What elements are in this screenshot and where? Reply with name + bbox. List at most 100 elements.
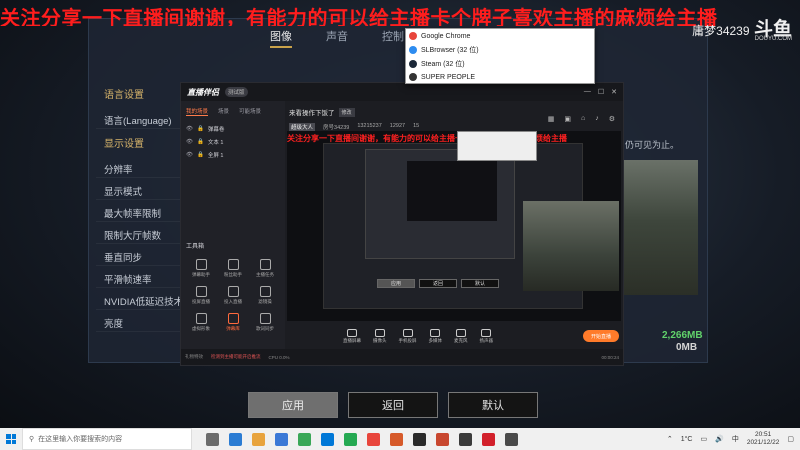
- preview-jumplist-echo: [457, 131, 537, 161]
- tool-filter[interactable]: 滤镜操: [249, 286, 281, 305]
- control-speaker[interactable]: 扬声器: [480, 328, 493, 344]
- taskbar-app-icon[interactable]: [298, 432, 311, 446]
- settings-icon[interactable]: ⚙: [609, 115, 615, 123]
- control-label: 摄像头: [373, 337, 387, 343]
- room-title: 来看操作下饭了: [289, 110, 335, 117]
- tool-tasks[interactable]: 主播任务: [249, 259, 281, 278]
- taskbar-search[interactable]: ⚲ 在这里输入你要搜索的内容: [22, 428, 192, 450]
- lock-icon[interactable]: 🔒: [197, 139, 204, 145]
- taskbar-clock[interactable]: 20:51 2021/12/22: [747, 431, 780, 447]
- taskbar-app-icon[interactable]: [229, 432, 242, 446]
- danmu-icon: [195, 259, 207, 270]
- task-icon: [259, 259, 271, 270]
- taskbar-app-icon[interactable]: [390, 432, 403, 446]
- taskbar-app-icon[interactable]: [206, 432, 219, 446]
- close-icon[interactable]: ✕: [611, 88, 617, 96]
- jumplist-item-superpeople[interactable]: SUPER PEOPLE: [406, 71, 594, 83]
- taskbar-app-icon[interactable]: [367, 432, 380, 446]
- jumplist-label: Google Chrome: [421, 32, 471, 40]
- taskbar-apps: [206, 432, 518, 446]
- start-button[interactable]: [0, 428, 22, 450]
- tool-fans-helper[interactable]: 粉丝助手: [217, 259, 249, 278]
- game-preview-image: [620, 160, 698, 295]
- stream-preview[interactable]: 关注分享一下直播间谢谢，有能力的可以给主播卡个牌子喜欢主播的麻烦给主播 应用 返…: [287, 131, 621, 321]
- jumplist-item-slbrowser[interactable]: SLBrowser (32 位): [406, 43, 594, 57]
- preview-back: 返回: [419, 279, 457, 288]
- control-screen[interactable]: 直播屏幕: [343, 328, 361, 344]
- tool-cast[interactable]: 投屏直播: [185, 286, 217, 305]
- tool-label: 弹幕助手: [192, 272, 210, 277]
- control-phone-cast[interactable]: 手机投屏: [399, 328, 417, 344]
- room-id: 房号34239: [323, 125, 350, 131]
- viewer-count: 12927: [389, 123, 406, 129]
- taskbar-app-icon[interactable]: [252, 432, 265, 446]
- clock-date: 2021/12/22: [746, 439, 780, 446]
- cast-icon: [195, 286, 207, 297]
- control-mic[interactable]: 麦克风: [454, 328, 468, 344]
- taskbar-app-icon[interactable]: [321, 432, 334, 446]
- play-icon: [430, 328, 441, 337]
- streamer-id: 庸梦34239: [692, 24, 750, 38]
- scene-item[interactable]: 👁 🔒 全屏 1: [181, 148, 285, 161]
- app-window-buttons: — ☐ ✕: [584, 88, 617, 96]
- jumplist-item-steam[interactable]: Steam (32 位): [406, 57, 594, 71]
- eye-icon[interactable]: 👁: [186, 152, 193, 158]
- back-button[interactable]: 返回: [348, 392, 438, 418]
- control-camera[interactable]: 摄像头: [373, 328, 387, 344]
- taskbar-app-icon[interactable]: [413, 432, 426, 446]
- tool-lyrics[interactable]: 歌词同步: [249, 313, 281, 332]
- maximize-icon[interactable]: ☐: [598, 88, 604, 96]
- scene-item[interactable]: 👁 🔒 弹幕卷: [181, 122, 285, 135]
- layout-icon[interactable]: ▣: [564, 115, 571, 123]
- streamer-app-window: 直播伴侣 测试版 — ☐ ✕ 我的场景 场景 可能场景 👁 🔒 弹幕卷 👁 🔒 …: [180, 82, 624, 366]
- tab-control[interactable]: 控制: [382, 28, 404, 48]
- app-sidebar: 我的场景 场景 可能场景 👁 🔒 弹幕卷 👁 🔒 文本 1 👁 🔒 全屏 1 工…: [181, 101, 285, 349]
- tool-label: 投屏直播: [192, 299, 210, 304]
- volume-icon[interactable]: 🔊: [715, 435, 724, 443]
- tool-join[interactable]: 投入直播: [217, 286, 249, 305]
- scene-item[interactable]: 👁 🔒 文本 1: [181, 135, 285, 148]
- preview-default: 默认: [461, 279, 499, 288]
- lock-icon[interactable]: 🔒: [197, 126, 204, 132]
- network-icon[interactable]: ▭: [700, 435, 707, 443]
- app-logo: 直播伴侣: [187, 87, 219, 97]
- speaker-icon: [481, 328, 492, 337]
- clock-time: 20:51: [754, 431, 772, 438]
- tool-avatar[interactable]: 虚拟形象: [185, 313, 217, 332]
- tool-label: 歌词同步: [256, 326, 274, 331]
- scene-label: 文本 1: [207, 139, 224, 146]
- avatar-icon: [195, 313, 207, 324]
- tool-danmu-lib[interactable]: 弹幕库: [217, 313, 249, 332]
- default-button[interactable]: 默认: [448, 392, 538, 418]
- grid-icon[interactable]: ▦: [548, 115, 555, 123]
- taskbar-app-icon[interactable]: [344, 432, 357, 446]
- eye-icon[interactable]: 👁: [186, 139, 193, 145]
- tool-label: 滤镜操: [258, 299, 272, 304]
- taskbar-app-icon[interactable]: [459, 432, 472, 446]
- taskbar-app-icon[interactable]: [436, 432, 449, 446]
- bell-icon[interactable]: ♪: [595, 115, 599, 123]
- taskbar-app-icon[interactable]: [505, 432, 518, 446]
- preview-apply: 应用: [377, 279, 415, 288]
- notification-icon[interactable]: ▢: [787, 435, 794, 443]
- tab-my-scenes[interactable]: 我的场景: [186, 107, 209, 116]
- eye-icon[interactable]: 👁: [186, 126, 193, 132]
- apply-button[interactable]: 应用: [248, 392, 338, 418]
- taskbar-app-icon[interactable]: [275, 432, 288, 446]
- start-live-button[interactable]: 开始直播: [583, 330, 619, 342]
- weather-temp[interactable]: 1°C: [681, 436, 693, 443]
- lock-icon[interactable]: 🔒: [197, 152, 204, 158]
- modify-title-button[interactable]: 修改: [338, 107, 355, 117]
- tab-scenes[interactable]: 场景: [218, 107, 229, 116]
- shirt-icon[interactable]: ⌂: [581, 115, 585, 123]
- tab-image[interactable]: 图像: [270, 28, 292, 48]
- tab-possible-scenes[interactable]: 可能场景: [239, 107, 261, 116]
- control-media[interactable]: 多媒体: [429, 328, 442, 344]
- ime-indicator[interactable]: 中: [732, 434, 739, 444]
- tab-sound[interactable]: 声音: [326, 28, 348, 48]
- taskbar-app-icon[interactable]: [482, 432, 495, 446]
- chevron-up-icon[interactable]: ⌃: [667, 435, 673, 443]
- jumplist-item-chrome[interactable]: Google Chrome: [406, 29, 594, 43]
- tool-danmu-helper[interactable]: 弹幕助手: [185, 259, 217, 278]
- minimize-icon[interactable]: —: [584, 88, 591, 96]
